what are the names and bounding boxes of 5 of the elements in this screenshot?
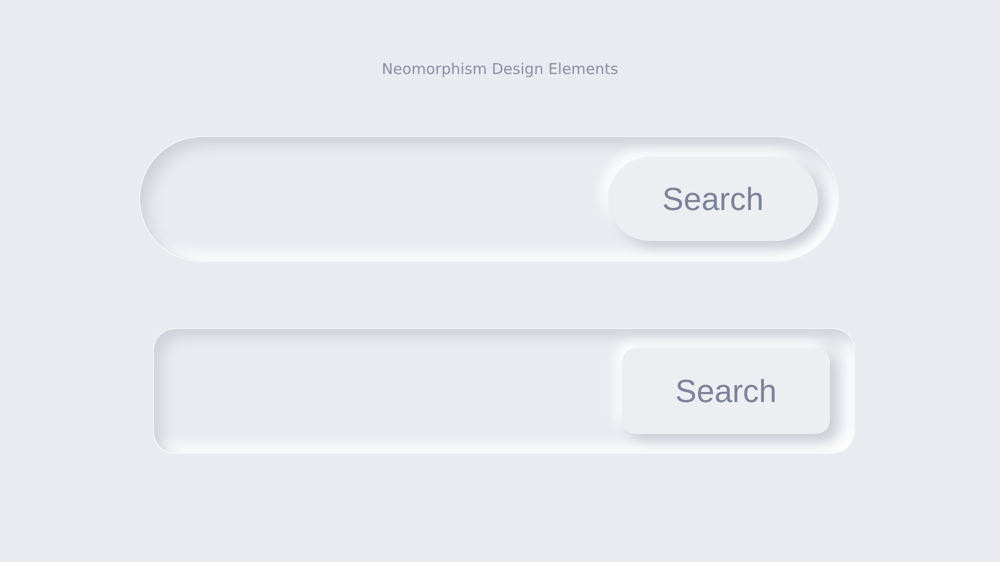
search-button[interactable]: Search (622, 348, 830, 434)
search-field[interactable]: Search (139, 136, 839, 262)
page-title: Neomorphism Design Elements (382, 60, 618, 78)
search-button[interactable]: Search (608, 157, 818, 241)
search-field[interactable]: Search (153, 328, 855, 454)
